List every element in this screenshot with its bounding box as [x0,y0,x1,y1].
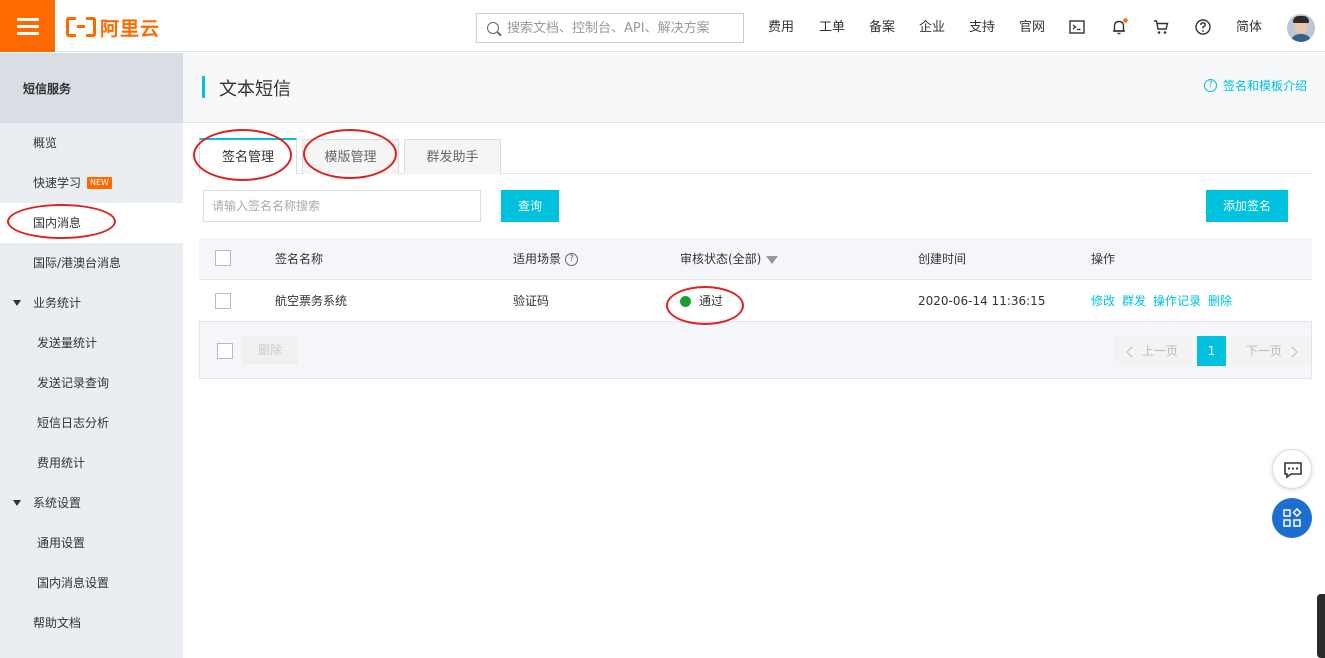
footer-select-all-checkbox[interactable] [217,343,233,359]
sidebar-item-help-docs[interactable]: 帮助文档 [0,603,183,643]
nav-tickets[interactable]: 工单 [819,0,845,52]
aliyun-logo-icon [66,17,96,37]
batch-delete-button[interactable]: 删除 [242,336,298,364]
page-title: 文本短信 [219,79,291,100]
chevron-right-icon [1286,345,1298,358]
row-checkbox[interactable] [215,293,231,309]
col-header-ops: 操作 [1091,252,1116,266]
apps-button[interactable] [1272,498,1312,538]
nav-fees[interactable]: 费用 [768,0,794,52]
col-header-name: 签名名称 [275,252,324,266]
tab-signature-management[interactable]: 签名管理 [199,138,297,174]
table-footer: 删除 上一页 1 下一页 [199,322,1312,379]
sidebar-item-log-analysis[interactable]: 短信日志分析 [0,403,183,443]
sidebar-item-domestic-settings[interactable]: 国内消息设置 [0,563,183,603]
sidebar-item-overview[interactable]: 概览 [0,123,183,163]
signature-scene: 验证码 [513,294,550,308]
prev-page-button[interactable]: 上一页 [1114,336,1192,366]
sidebar: 短信服务 概览 快速学习 NEW 国内消息 国际/港澳台消息 业务统计 发送量统… [0,53,183,658]
language-switch[interactable]: 简体 [1236,0,1262,52]
caret-down-icon [13,500,21,506]
sidebar-item-international[interactable]: 国际/港澳台消息 [0,243,183,283]
title-accent-bar [202,76,205,98]
page-header: 文本短信 ? 签名和模板介绍 [183,53,1325,123]
help-icon[interactable] [1194,18,1212,36]
nav-support[interactable]: 支持 [969,0,995,52]
add-signature-button[interactable]: 添加签名 [1206,190,1288,222]
signature-search-input[interactable] [203,190,481,222]
row-actions: 修改 群发 操作记录 删除 [1091,280,1239,322]
signature-template-intro-link[interactable]: ? 签名和模板介绍 [1203,77,1307,94]
col-header-status[interactable]: 审核状态(全部) [680,238,779,280]
bulk-send-link[interactable]: 群发 [1122,294,1146,308]
user-avatar[interactable] [1287,14,1315,42]
nav-enterprise[interactable]: 企业 [919,0,945,52]
apps-grid-icon [1283,507,1302,527]
nav-official-site[interactable]: 官网 [1019,0,1045,52]
chat-button[interactable] [1272,449,1312,489]
edit-link[interactable]: 修改 [1091,294,1115,308]
sidebar-item-quick-start[interactable]: 快速学习 NEW [0,163,183,203]
side-widget-handle[interactable] [1317,594,1325,658]
filter-icon[interactable] [766,255,779,264]
tab-template-management[interactable]: 模版管理 [302,139,399,174]
table-header: 签名名称 适用场景? 审核状态(全部) 创建时间 操作 [199,238,1312,280]
new-badge: NEW [87,177,112,189]
tab-bulk-send-assistant[interactable]: 群发助手 [404,139,501,174]
chat-icon [1284,462,1302,479]
status-badge: 通过 [680,280,723,322]
chevron-left-icon [1126,345,1138,358]
operation-log-link[interactable]: 操作记录 [1153,294,1201,308]
search-icon [487,22,499,34]
top-bar: 阿里云 费用 工单 备案 企业 支持 官网 简体 [0,0,1325,52]
global-search[interactable] [476,13,744,43]
page-1-button[interactable]: 1 [1197,336,1226,366]
tab-bar: 签名管理 模版管理 群发助手 [199,138,1312,174]
sidebar-item-cost-stats[interactable]: 费用统计 [0,443,183,483]
sidebar-group-system-settings[interactable]: 系统设置 [0,483,183,523]
caret-down-icon [13,300,21,306]
cart-icon[interactable] [1152,18,1170,36]
sidebar-header: 短信服务 [0,53,183,123]
hamburger-menu-icon[interactable] [0,0,55,52]
select-all-checkbox[interactable] [215,250,231,266]
query-button[interactable]: 查询 [501,190,559,222]
global-search-input[interactable] [507,14,739,42]
signature-name: 航空票务系统 [275,294,348,308]
sidebar-item-general-settings[interactable]: 通用设置 [0,523,183,563]
col-header-created: 创建时间 [918,252,967,266]
question-circle-icon[interactable]: ? [565,253,579,266]
aliyun-logo[interactable]: 阿里云 [66,14,160,40]
terminal-icon[interactable] [1068,18,1086,36]
nav-filing[interactable]: 备案 [869,0,895,52]
table-row: 航空票务系统 验证码 通过 2020-06-14 11:36:15 修改 群发 操作… [199,280,1312,322]
sidebar-group-business-stats[interactable]: 业务统计 [0,283,183,323]
col-header-scene: 适用场景? [513,238,579,280]
delete-link[interactable]: 删除 [1208,294,1232,308]
bell-icon[interactable] [1110,18,1128,36]
sidebar-item-domestic[interactable]: 国内消息 [0,203,183,243]
sidebar-item-send-records[interactable]: 发送记录查询 [0,363,183,403]
next-page-button[interactable]: 下一页 [1231,336,1311,366]
created-time: 2020-06-14 11:36:15 [918,294,1046,308]
status-ok-icon [680,296,691,307]
sidebar-item-send-volume[interactable]: 发送量统计 [0,323,183,363]
question-circle-icon: ? [1203,79,1217,92]
